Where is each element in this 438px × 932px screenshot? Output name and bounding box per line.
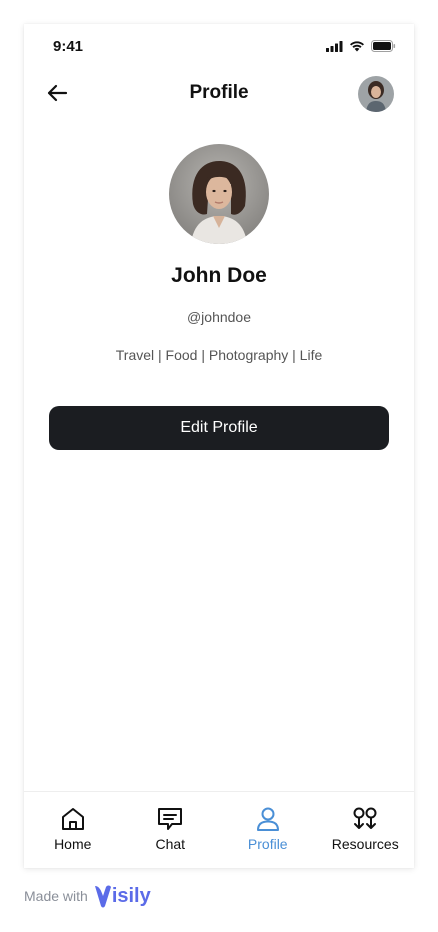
resources-icon xyxy=(353,807,377,829)
tab-label-chat: Chat xyxy=(155,836,186,852)
status-bar: 9:41 xyxy=(24,24,414,68)
profile-name: John Doe xyxy=(171,264,267,287)
visily-logo[interactable]: isily xyxy=(94,884,151,908)
profile-interests: Travel | Food | Photography | Life xyxy=(115,347,323,363)
phone-screen: 9:41 Profile John Doe @johndoe Travel | … xyxy=(24,24,414,868)
top-header: Profile xyxy=(24,72,414,116)
avatar-image xyxy=(358,76,394,112)
page-title: Profile xyxy=(189,82,249,103)
profile-handle: @johndoe xyxy=(186,309,252,325)
home-icon xyxy=(61,808,84,830)
tab-label-profile: Profile xyxy=(247,836,288,852)
profile-photo xyxy=(169,144,269,244)
status-icons xyxy=(326,40,396,52)
edit-profile-button[interactable]: Edit Profile xyxy=(49,406,389,450)
tab-resources[interactable]: Resources xyxy=(317,792,415,868)
user-icon xyxy=(256,807,279,831)
wifi-icon xyxy=(350,41,364,52)
tab-home[interactable]: Home xyxy=(24,792,122,868)
status-time: 9:41 xyxy=(53,38,84,55)
tab-label-home: Home xyxy=(54,836,92,852)
tab-label-resources: Resources xyxy=(331,836,399,852)
tab-chat[interactable]: Chat xyxy=(122,792,220,868)
made-with-footer: Made with isily xyxy=(24,884,151,908)
brand-wordmark: isily xyxy=(111,884,151,907)
bottom-tab-bar: Home Chat Profile Resources xyxy=(24,791,414,868)
visily-v-icon xyxy=(94,885,111,908)
signal-icon xyxy=(326,40,343,52)
chat-icon xyxy=(158,808,183,830)
profile-image xyxy=(169,144,269,244)
tab-profile[interactable]: Profile xyxy=(219,792,317,868)
footer-text: Made with xyxy=(24,888,88,904)
header-avatar[interactable] xyxy=(358,76,394,112)
battery-icon xyxy=(371,40,396,52)
